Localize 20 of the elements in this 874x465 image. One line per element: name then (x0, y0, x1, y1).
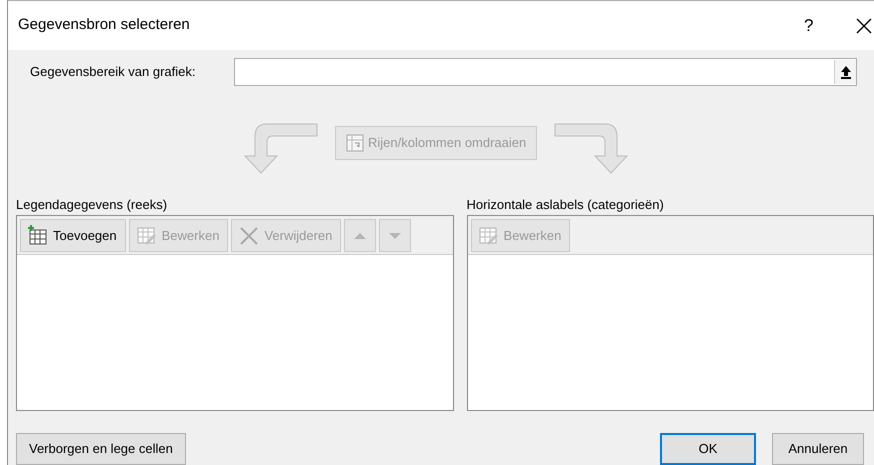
swap-grid-icon (346, 134, 364, 152)
panel-title: Legendagegevens (reeks) (16, 196, 168, 214)
table-add-icon (27, 224, 49, 246)
panel-title: Horizontale aslabels (categorieën) (466, 196, 665, 214)
up-triangle-icon (354, 232, 366, 238)
collapse-button[interactable] (834, 60, 856, 84)
table-edit-icon (478, 224, 500, 246)
field-label: Gegevensbereik van grafiek: (30, 63, 196, 82)
range-field[interactable] (234, 58, 857, 86)
cancel-button[interactable]: Annuleren (772, 433, 864, 465)
close-icon[interactable] (854, 16, 874, 36)
ok-button[interactable]: OK (660, 433, 756, 465)
add-button[interactable]: Toevoegen (20, 219, 126, 252)
table-edit-icon (136, 224, 158, 246)
help-button[interactable]: ? (804, 12, 832, 38)
upload-arrow-icon (840, 65, 852, 80)
window-title: Gegevensbron selecteren (18, 15, 191, 36)
cross-icon (238, 224, 260, 246)
hidden-empty-cells-button[interactable]: Verborgen en lege cellen (16, 433, 186, 465)
down-triangle-icon (389, 232, 402, 238)
